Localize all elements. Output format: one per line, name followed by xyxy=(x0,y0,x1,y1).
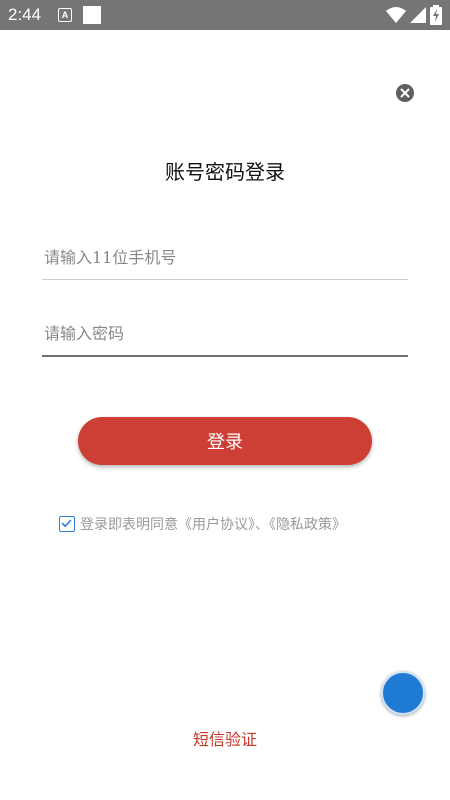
close-button[interactable] xyxy=(396,84,414,102)
password-field xyxy=(42,315,408,357)
notification-square-icon xyxy=(83,6,101,24)
agreement-separator: 、 xyxy=(255,517,269,533)
status-time: 2:44 xyxy=(8,5,42,24)
agreement-checkbox[interactable] xyxy=(59,516,75,532)
signal-icon xyxy=(410,7,426,23)
wifi-icon xyxy=(386,7,406,23)
close-icon xyxy=(400,88,410,98)
agreement-row: 登录即表明同意《用户协议》、《隐私政策》 xyxy=(59,514,346,534)
check-icon xyxy=(61,519,72,527)
sms-login-link[interactable]: 短信验证 xyxy=(0,726,450,750)
agreement-prefix: 登录即表明同意 xyxy=(80,517,178,533)
status-bar: 2:44 A xyxy=(0,0,450,30)
privacy-policy-link[interactable]: 《隐私政策》 xyxy=(269,517,346,533)
agreement-text: 登录即表明同意《用户协议》、《隐私政策》 xyxy=(80,514,346,534)
user-agreement-link[interactable]: 《用户协议》 xyxy=(178,517,255,533)
battery-charging-icon xyxy=(430,5,442,25)
phone-field xyxy=(42,239,408,280)
password-input[interactable] xyxy=(42,315,408,351)
login-button[interactable]: 登录 xyxy=(78,417,372,465)
phone-input[interactable] xyxy=(42,239,408,275)
page-title: 账号密码登录 xyxy=(165,160,285,184)
floating-action-button[interactable] xyxy=(381,671,425,715)
notification-a-icon: A xyxy=(58,8,72,22)
